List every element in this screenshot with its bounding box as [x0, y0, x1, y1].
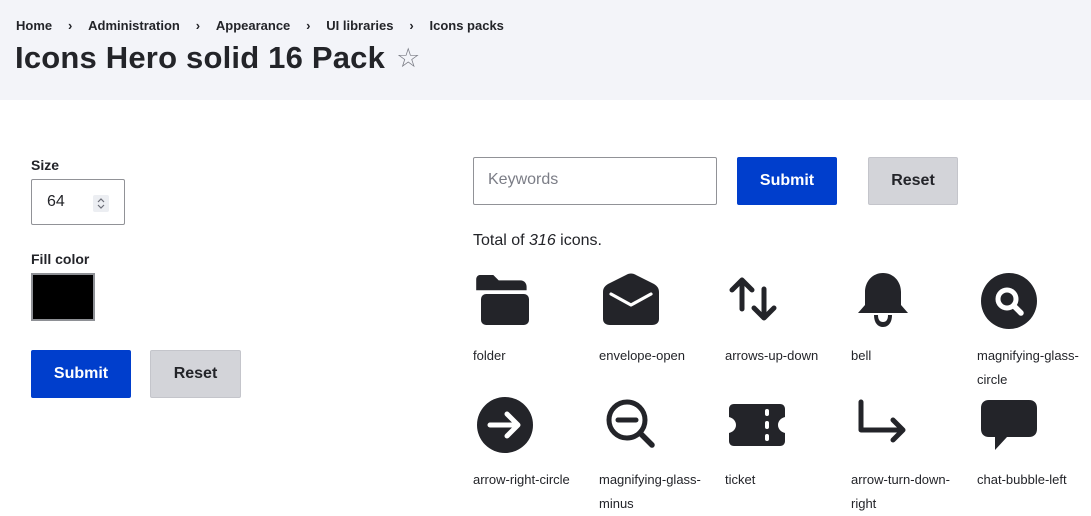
icon-label: folder — [473, 348, 506, 363]
breadcrumb-ui-libraries[interactable]: UI libraries — [326, 18, 393, 33]
icon-card-bell[interactable]: bell — [851, 272, 971, 368]
icon-card-arrows-up-down[interactable]: arrows-up-down — [725, 272, 845, 368]
size-spinner-icon[interactable] — [93, 195, 109, 212]
envelope-open-icon — [603, 273, 659, 325]
breadcrumb-icons-packs[interactable]: Icons packs — [429, 18, 503, 33]
total-prefix: Total of — [473, 232, 530, 249]
icon-label: arrows-up-down — [725, 348, 819, 363]
size-label: Size — [31, 157, 60, 173]
total-suffix: icons. — [555, 232, 602, 249]
breadcrumb-home[interactable]: Home — [16, 18, 52, 33]
icon-card-folder[interactable]: folder — [473, 272, 593, 368]
size-value: 64 — [47, 193, 65, 210]
arrows-up-down-icon — [729, 277, 777, 321]
shortcut-star-icon[interactable]: ☆ — [396, 44, 420, 72]
folder-icon — [476, 275, 529, 325]
settings-submit-button[interactable]: Submit — [31, 350, 131, 398]
settings-reset-button[interactable]: Reset — [150, 350, 241, 398]
breadcrumb: Home › Administration › Appearance › UI … — [16, 16, 504, 34]
icon-label: magnifying-glass-circle — [977, 348, 1079, 387]
chat-bubble-left-icon — [981, 400, 1037, 450]
icon-label: envelope-open — [599, 348, 686, 363]
keywords-input[interactable] — [488, 158, 708, 202]
breadcrumb-appearance[interactable]: Appearance — [216, 18, 290, 33]
icon-card-magnifying-glass-minus[interactable]: magnifying-glass-minus — [599, 396, 719, 516]
breadcrumb-separator-icon: › — [195, 17, 201, 33]
icon-card-arrow-right-circle[interactable]: arrow-right-circle — [473, 396, 593, 492]
total-count: Total of 316 icons. — [473, 232, 602, 250]
breadcrumb-administration[interactable]: Administration — [88, 18, 180, 33]
icon-label: magnifying-glass-minus — [599, 472, 701, 511]
size-number-input[interactable]: 64 — [31, 179, 125, 225]
fill-color-label: Fill color — [31, 251, 90, 267]
breadcrumb-separator-icon: › — [306, 17, 311, 33]
breadcrumb-separator-icon: › — [67, 17, 73, 33]
breadcrumb-separator-icon: › — [409, 17, 414, 33]
icon-card-ticket[interactable]: ticket — [725, 396, 845, 492]
icon-label: arrow-right-circle — [473, 472, 570, 487]
icon-card-chat-bubble-left[interactable]: chat-bubble-left — [977, 396, 1091, 492]
icon-label: arrow-turn-down-right — [851, 472, 950, 511]
filter-reset-button[interactable]: Reset — [868, 157, 958, 205]
arrow-right-circle-icon — [477, 397, 533, 453]
fill-color-picker[interactable] — [31, 273, 95, 321]
icon-card-arrow-turn-down-right[interactable]: arrow-turn-down-right — [851, 396, 971, 516]
icon-label: chat-bubble-left — [977, 472, 1067, 487]
magnifying-glass-minus-icon — [606, 399, 655, 448]
icon-card-envelope-open[interactable]: envelope-open — [599, 272, 719, 368]
page-header: Home › Administration › Appearance › UI … — [0, 0, 1091, 100]
keywords-field[interactable] — [473, 157, 717, 205]
icon-label: ticket — [725, 472, 756, 487]
page-title-row: Icons Hero solid 16 Pack ☆ — [15, 36, 420, 80]
total-number: 316 — [529, 232, 556, 249]
magnifying-glass-circle-icon — [981, 273, 1037, 329]
ticket-icon — [729, 404, 785, 446]
page-title: Icons Hero solid 16 Pack — [15, 40, 386, 75]
icon-label: bell — [851, 348, 872, 363]
icon-card-magnifying-glass-circle[interactable]: magnifying-glass-circle — [977, 272, 1091, 392]
arrow-turn-down-right-icon — [858, 399, 906, 443]
filter-submit-button[interactable]: Submit — [737, 157, 837, 205]
bell-icon — [858, 273, 908, 327]
